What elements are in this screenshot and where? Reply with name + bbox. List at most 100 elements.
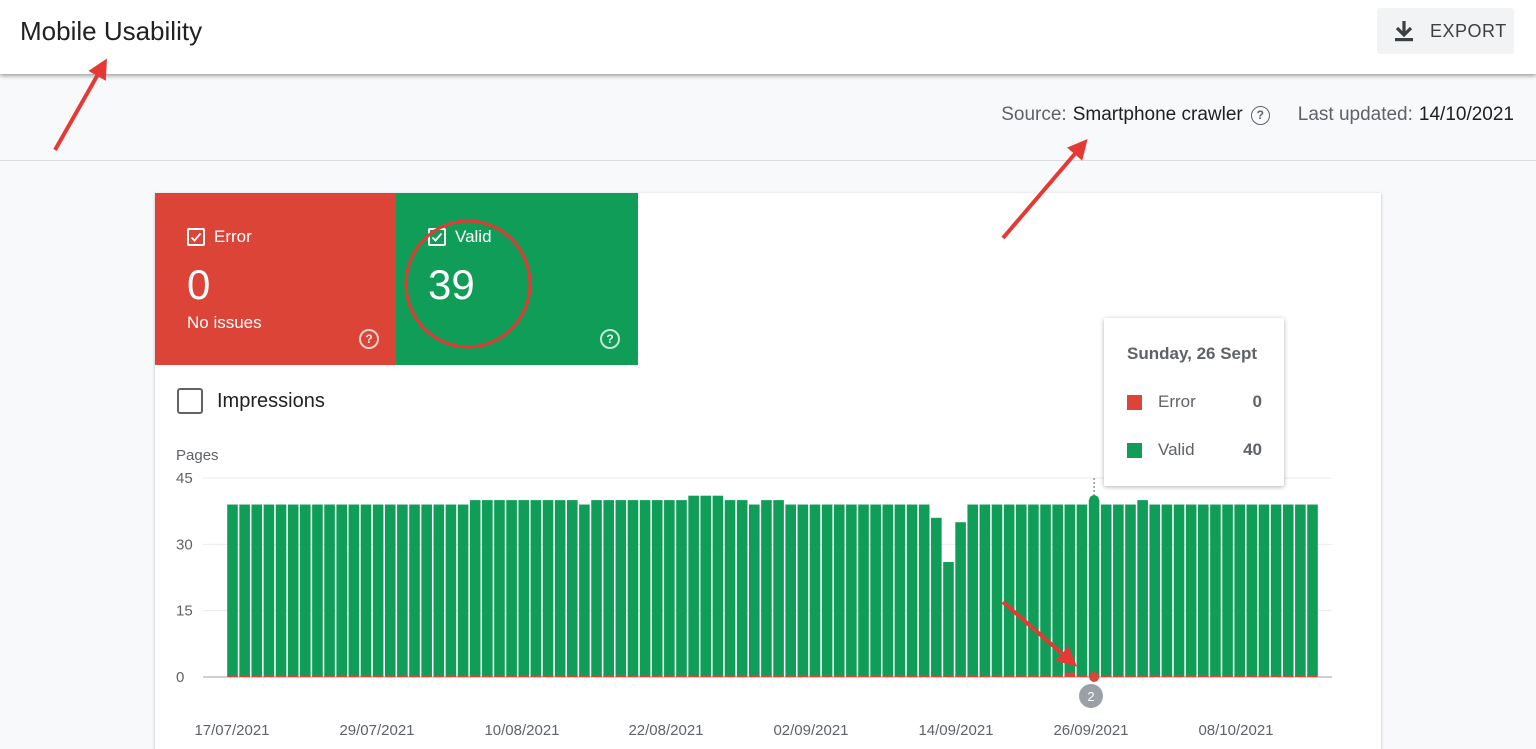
valid-bar[interactable] [1064,504,1076,677]
valid-bar[interactable] [360,504,372,677]
valid-bar[interactable] [300,504,311,677]
error-bar[interactable] [300,675,311,678]
valid-bar[interactable] [1222,504,1233,677]
valid-bar[interactable] [506,500,517,677]
error-bar[interactable] [457,675,469,678]
error-bar[interactable] [773,675,784,678]
error-bar[interactable] [1185,675,1197,678]
error-bar[interactable] [967,675,979,678]
valid-bar[interactable] [676,500,687,677]
error-bar[interactable] [312,675,323,678]
valid-bar[interactable] [239,504,250,677]
error-bar[interactable] [688,675,699,678]
error-bar[interactable] [1052,675,1063,678]
valid-bar[interactable] [1125,504,1136,677]
valid-bar[interactable] [785,504,797,677]
error-bar[interactable] [603,675,614,678]
valid-bar[interactable] [882,504,894,677]
error-bar[interactable] [579,675,590,678]
error-bar[interactable] [846,675,857,678]
valid-bar[interactable] [1015,504,1027,677]
valid-bar[interactable] [615,500,627,677]
valid-bar[interactable] [761,500,772,677]
valid-bar[interactable] [1100,504,1112,677]
error-bar[interactable] [469,675,481,678]
valid-bar[interactable] [724,500,736,677]
error-bar[interactable] [979,675,991,678]
valid-bar[interactable] [312,504,323,677]
valid-bar[interactable] [809,504,821,677]
valid-bar[interactable] [894,504,906,677]
valid-bar[interactable] [1185,504,1197,677]
error-bar[interactable] [1040,675,1051,678]
error-bar[interactable] [275,675,287,678]
valid-bar[interactable] [554,500,566,677]
valid-bar[interactable] [931,517,942,677]
error-bar[interactable] [1258,675,1270,678]
valid-bar[interactable] [421,504,432,677]
valid-bar[interactable] [749,504,760,677]
error-bar[interactable] [797,675,809,678]
error-bar[interactable] [1100,675,1112,678]
error-bar[interactable] [712,675,724,678]
valid-bar[interactable] [1161,504,1173,677]
valid-bar[interactable] [700,495,712,677]
error-bar[interactable] [251,675,263,678]
error-bar[interactable] [651,675,663,678]
valid-bar[interactable] [1307,504,1318,677]
valid-bar[interactable] [384,504,396,677]
valid-bar[interactable] [943,562,954,677]
error-bar[interactable] [287,675,299,678]
valid-bar[interactable] [603,500,614,677]
valid-bar[interactable] [991,504,1003,677]
error-bar[interactable] [955,675,966,678]
valid-bar[interactable] [846,504,857,677]
error-bar[interactable] [870,675,881,678]
error-bar[interactable] [991,675,1003,678]
valid-bar[interactable] [409,504,420,677]
valid-bar[interactable] [348,504,360,677]
valid-bar[interactable] [275,504,287,677]
valid-bar[interactable] [821,504,833,677]
error-bar[interactable] [1015,675,1027,678]
error-bar[interactable] [833,675,845,678]
error-bar[interactable] [785,675,797,678]
error-bar[interactable] [591,675,602,678]
error-bar[interactable] [482,675,493,678]
valid-bar[interactable] [1003,504,1015,677]
valid-bar[interactable] [1282,504,1294,677]
valid-bar[interactable] [1076,504,1088,677]
error-bar[interactable] [433,675,445,678]
valid-bar[interactable] [494,500,505,677]
error-bar[interactable] [931,675,942,678]
error-bar[interactable] [664,675,675,678]
valid-bar[interactable] [1137,500,1148,677]
error-bar[interactable] [1028,675,1039,678]
valid-bar[interactable] [1234,504,1246,677]
error-bar[interactable] [542,675,554,678]
valid-bar[interactable] [336,504,348,677]
valid-bar[interactable] [918,504,930,677]
error-bar[interactable] [882,675,894,678]
error-bar[interactable] [1282,675,1294,678]
error-bar[interactable] [384,675,396,678]
error-bar[interactable] [324,675,335,678]
valid-bar[interactable] [397,504,408,677]
help-icon[interactable]: ? [1250,105,1270,125]
valid-bar[interactable] [1246,504,1258,677]
error-bar[interactable] [1003,675,1015,678]
valid-bar[interactable] [967,504,979,677]
error-bar[interactable] [506,675,517,678]
valid-bar[interactable] [1052,504,1063,677]
valid-bar[interactable] [833,504,845,677]
error-bar[interactable] [263,675,275,678]
error-bar[interactable] [1295,675,1306,678]
error-bar[interactable] [518,675,530,678]
export-button[interactable]: EXPORT [1377,8,1514,54]
error-bar[interactable] [372,675,384,678]
valid-bar[interactable] [906,504,918,677]
valid-bar[interactable] [639,500,651,677]
valid-bar[interactable] [542,500,554,677]
valid-bar[interactable] [263,504,275,677]
valid-bar[interactable] [736,500,748,677]
